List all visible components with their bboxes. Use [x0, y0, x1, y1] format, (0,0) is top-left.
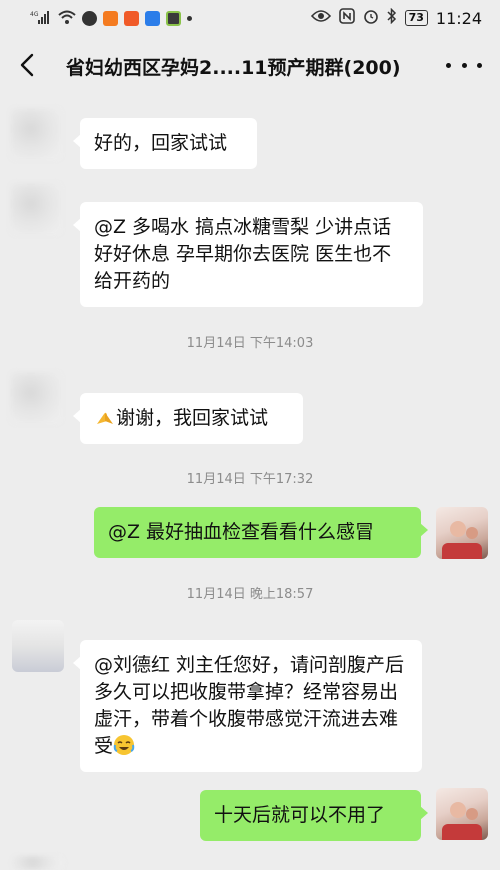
message-bubble[interactable]: @Z 多喝水 搞点冰糖雪梨 少讲点话 好好休息 孕早期你去医院 医生也不给开药的 — [73, 202, 423, 307]
nfc-icon — [338, 8, 355, 28]
avatar-self[interactable] — [436, 788, 488, 840]
chat-title: 省妇幼西区孕妈2....11预产期群(200) — [66, 57, 401, 79]
clock: 11:24 — [435, 8, 482, 28]
green-app-icon — [166, 11, 181, 26]
avatar[interactable] — [10, 372, 62, 424]
crying-laughing-icon — [113, 735, 135, 755]
alarm-icon — [363, 8, 379, 28]
message-text: 谢谢，我回家试试 — [116, 407, 269, 429]
dot-indicator-icon — [187, 16, 192, 21]
more-dots-icon — [446, 62, 451, 68]
more-button[interactable] — [446, 50, 482, 80]
message-bubble-self[interactable]: @Z 最好抽血检查看看什么感冒 — [94, 507, 428, 558]
timestamp: 11月14日 下午17:32 — [186, 472, 314, 487]
status-bar: 4G 73 11:24 — [0, 0, 500, 36]
timestamp: 11月14日 下午14:03 — [186, 336, 314, 351]
message-app-icon — [82, 11, 97, 26]
wifi-icon — [58, 9, 76, 28]
message-text: @刘德红 刘主任您好，请问剖腹产后多久可以把收腹带拿掉？经常容易出虚汗，带着个收… — [94, 654, 405, 757]
message-bubble[interactable]: 谢谢，我回家试试 — [73, 393, 303, 444]
signal-icon: 4G — [30, 9, 52, 28]
message-bubble-self[interactable]: 十天后就可以不用了 — [200, 790, 428, 841]
timestamp: 11月14日 晚上18:57 — [186, 587, 314, 602]
praying-hands-icon — [97, 412, 113, 424]
back-button[interactable] — [14, 50, 44, 80]
battery-icon: 73 — [404, 10, 428, 26]
avatar[interactable] — [10, 108, 62, 160]
sports-app-icon — [103, 11, 118, 26]
avatar[interactable] — [12, 856, 64, 870]
avatar[interactable] — [10, 183, 62, 235]
avatar[interactable] — [12, 620, 64, 672]
svg-text:4G: 4G — [30, 11, 39, 18]
blue-app-icon — [145, 11, 160, 26]
chevron-left-icon — [20, 53, 34, 77]
sports-app-icon-2 — [124, 11, 139, 26]
avatar-self[interactable] — [436, 507, 488, 559]
chat-header: 省妇幼西区孕妈2....11预产期群(200) — [0, 36, 500, 96]
message-bubble[interactable]: @刘德红 刘主任您好，请问剖腹产后多久可以把收腹带拿掉？经常容易出虚汗，带着个收… — [73, 640, 422, 772]
bluetooth-icon — [387, 7, 397, 28]
eye-icon — [310, 9, 331, 27]
message-bubble[interactable]: 好的，回家试试 — [73, 118, 257, 169]
